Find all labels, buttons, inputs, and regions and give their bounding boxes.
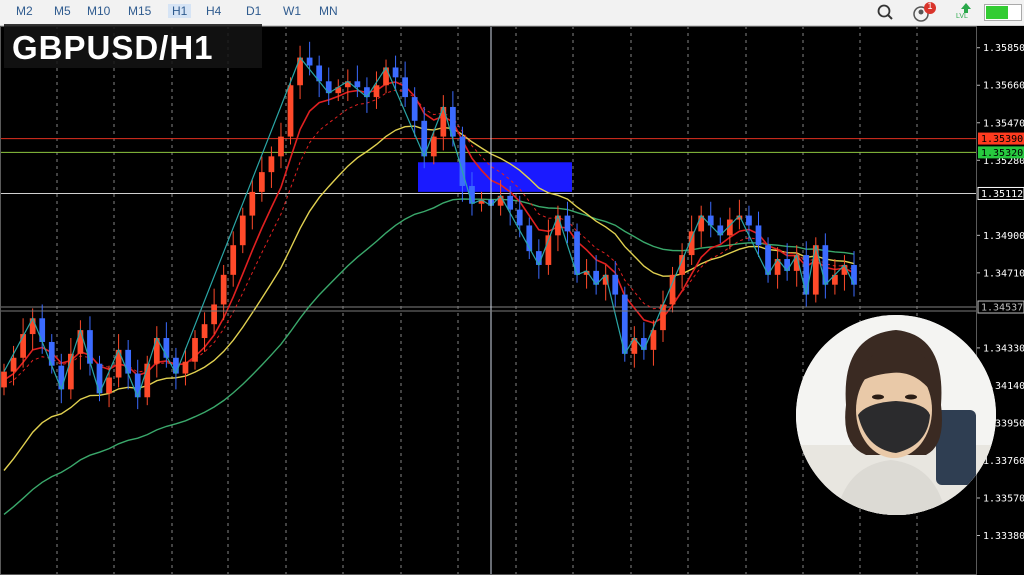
candle-body-3 <box>29 318 36 335</box>
candle-body-69 <box>660 304 666 331</box>
candle-body-58 <box>555 215 561 236</box>
timeframe-mn[interactable]: MN <box>319 4 338 18</box>
moving-averages <box>3 81 855 515</box>
price-tick-label-11: 1.33380 <box>983 531 1024 542</box>
timeframe-m5[interactable]: M5 <box>54 4 71 18</box>
timeframe-w1[interactable]: W1 <box>283 4 301 18</box>
timeframe-h1[interactable]: H1 <box>168 4 192 18</box>
price-tick-label-2: 1.35470 <box>983 118 1024 129</box>
timeframe-h4[interactable]: H4 <box>206 4 221 18</box>
chart-grid <box>56 26 918 575</box>
candle-body-24 <box>230 245 237 275</box>
candle-body-41 <box>392 67 399 78</box>
price-tick-label-9: 1.33760 <box>983 456 1024 467</box>
candle-body-29 <box>278 136 284 157</box>
notifications-icon[interactable] <box>910 2 940 24</box>
ma-slow-line <box>3 198 855 515</box>
candle-body-54 <box>516 209 523 226</box>
candle-body-64 <box>612 274 619 295</box>
price-label-0: 1.35390 <box>981 134 1023 145</box>
timeframe-m15[interactable]: M15 <box>128 4 151 18</box>
candle-body-23 <box>220 274 227 305</box>
battery-indicator <box>984 4 1022 21</box>
price-label-1: 1.35320 <box>981 148 1023 159</box>
price-tick-label-6: 1.34330 <box>983 343 1024 354</box>
timeframe-m2[interactable]: M2 <box>16 4 33 18</box>
zone-rectangle <box>418 162 572 192</box>
supply-demand-zone <box>418 162 572 192</box>
search-icon[interactable] <box>876 2 894 22</box>
presenter-webcam <box>796 315 996 515</box>
presenter-image <box>796 315 996 515</box>
level-label: LVL <box>956 13 968 20</box>
price-tick-label-1: 1.35660 <box>983 81 1024 92</box>
zigzag-line <box>3 56 855 400</box>
candle-body-2 <box>20 334 26 358</box>
notification-badge: 1 <box>927 1 933 11</box>
symbol-title: GBPUSD/H1 <box>12 29 214 66</box>
candle-body-32 <box>306 57 313 66</box>
candle-body-8 <box>77 330 84 354</box>
candle-body-43 <box>411 97 418 121</box>
candle-body-56 <box>535 251 542 265</box>
candle-body-26 <box>249 191 256 216</box>
candle-body-18 <box>173 357 179 374</box>
zigzag-indicator <box>3 56 855 400</box>
candle-body-20 <box>192 338 198 362</box>
price-tick-label-5: 1.34710 <box>983 268 1024 279</box>
price-label-3: 1.34537 <box>981 303 1023 314</box>
candlestick-series <box>1 41 857 410</box>
timeframe-m10[interactable]: M10 <box>87 4 110 18</box>
candle-body-78 <box>746 215 752 226</box>
price-tick-label-4: 1.34900 <box>983 231 1024 242</box>
candle-body-19 <box>182 361 189 374</box>
candle-body-25 <box>239 215 246 246</box>
crosshair <box>0 26 976 575</box>
candle-body-21 <box>201 324 208 339</box>
candle-body-37 <box>354 81 361 88</box>
candle-body-0 <box>1 371 7 388</box>
candle-body-53 <box>507 195 514 210</box>
candle-body-45 <box>430 136 437 157</box>
candle-body-11 <box>106 377 112 394</box>
candle-body-28 <box>268 156 275 173</box>
price-label-2: 1.35112 <box>981 189 1023 200</box>
candle-body-1 <box>10 357 17 372</box>
ma-fast-line <box>3 81 855 381</box>
price-axis: 1.358501.356601.354701.352801.349001.347… <box>976 26 1024 575</box>
candle-body-22 <box>211 304 217 325</box>
timeframe-toolbar: M2 M5 M10 M15 H1 H4 D1 W1 MN 1 LVL <box>0 0 1024 26</box>
ma-fast-dashed-line <box>3 89 855 387</box>
price-tick-label-0: 1.35850 <box>983 43 1024 54</box>
battery-fill <box>986 6 1008 19</box>
candle-body-27 <box>259 172 265 192</box>
candle-body-59 <box>564 215 571 232</box>
price-tick-label-10: 1.33570 <box>983 493 1024 504</box>
candle-body-9 <box>87 330 93 364</box>
plot-border <box>0 26 977 575</box>
candle-body-39 <box>373 85 380 98</box>
candle-body-79 <box>755 225 762 246</box>
candle-body-42 <box>402 77 408 98</box>
timeframe-d1[interactable]: D1 <box>246 4 261 18</box>
candle-body-30 <box>287 85 294 137</box>
